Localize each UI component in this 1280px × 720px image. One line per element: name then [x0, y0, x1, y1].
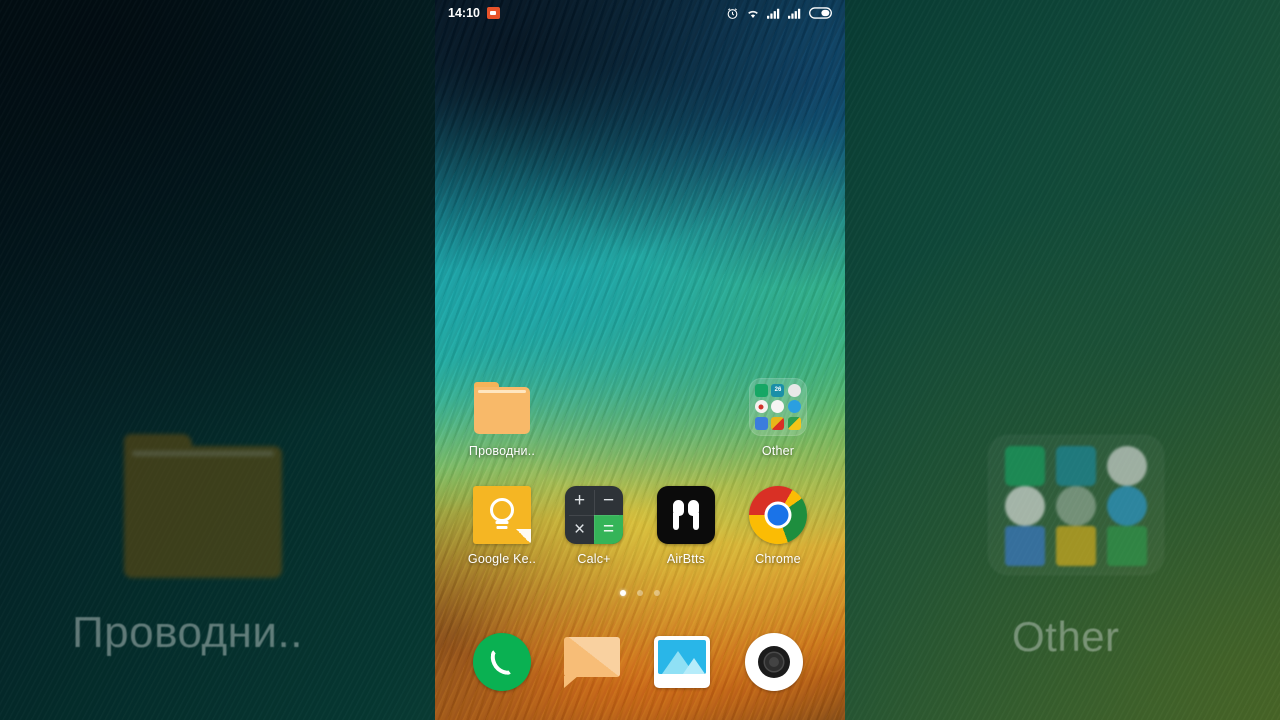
chrome-icon[interactable]: [749, 486, 807, 544]
dock-camera-button[interactable]: [744, 633, 807, 695]
phone-icon[interactable]: [473, 633, 532, 691]
calc-minus-key: −: [602, 490, 615, 511]
app-label: AirBtts: [666, 552, 706, 566]
app-icon-airbtts[interactable]: AirBtts: [640, 486, 732, 566]
keep-bulb: [490, 498, 514, 522]
app-icon-other-folder[interactable]: 26 Other: [732, 378, 824, 458]
backdrop-clock-icon: [1107, 446, 1148, 486]
camera-lens-inner: [768, 657, 779, 667]
backdrop-other-folder: [988, 435, 1164, 575]
backdrop-compass-fitness-icon: [1055, 486, 1096, 526]
app-label: Calc+: [577, 552, 611, 566]
app-icon-calc-plus[interactable]: + − × = Calc+: [548, 486, 640, 566]
chrome-inner-blue: [767, 504, 789, 526]
folder-icon[interactable]: [473, 378, 531, 436]
status-clock: 14:10: [448, 6, 480, 20]
camera-icon[interactable]: [744, 633, 803, 691]
app-label: Google Ke..: [467, 552, 537, 566]
page-dot-1[interactable]: [620, 590, 626, 596]
status-bar-left: 14:10: [448, 6, 500, 20]
message-bubble-tail: [563, 676, 578, 688]
backdrop-folder-lip: [132, 451, 274, 456]
phone-screen: 14:10 Проводни.. 26 Other Google Ke.. + …: [435, 0, 845, 720]
security-shield-icon: [754, 383, 768, 397]
app-folder-icon[interactable]: 26: [749, 378, 807, 436]
backdrop-right-label: Other: [1012, 613, 1120, 660]
signal-sim1-icon: [767, 8, 781, 19]
messages-icon[interactable]: [563, 637, 620, 688]
calc-multiply-key: ×: [573, 519, 586, 540]
backdrop-google-translate-icon: [1004, 526, 1045, 566]
dock-phone-button[interactable]: [473, 633, 535, 695]
page-dot-3[interactable]: [654, 590, 660, 596]
backdrop-security-shield-icon: [1004, 446, 1045, 486]
app-label: Проводни..: [468, 444, 536, 458]
dock-gallery-button[interactable]: [654, 633, 716, 695]
gallery-mountain-small: [683, 658, 706, 674]
backdrop-folder-body: [124, 446, 282, 578]
dock: [435, 628, 845, 700]
backdrop-calendar-icon: [1055, 446, 1096, 486]
folder-body: [474, 387, 530, 434]
backdrop-recorder-icon: [1004, 486, 1045, 526]
airpod-right-stem: [693, 513, 699, 530]
keep-folded-corner: [516, 529, 531, 544]
calculator-icon[interactable]: + − × =: [565, 486, 623, 544]
keep-bulb-base-2: [496, 526, 508, 529]
calc-divider-h: [569, 515, 619, 516]
compass-fitness-icon: [771, 400, 785, 414]
backdrop-folder-icon: [124, 434, 282, 578]
airpod-left-stem: [673, 513, 679, 530]
calendar-icon: 26: [771, 383, 785, 397]
gallery-sky: [658, 640, 707, 674]
gallery-icon[interactable]: [654, 636, 711, 688]
backdrop-left-label: Проводни..: [72, 608, 303, 657]
recorder-icon: [754, 400, 768, 414]
message-bubble-sheen: [563, 637, 620, 677]
alarm-icon: [726, 7, 739, 20]
keep-bulb-base-1: [495, 521, 509, 524]
dock-messages-button[interactable]: [563, 633, 626, 695]
calendar-date: 26: [774, 387, 782, 394]
phone-handset: [488, 648, 516, 676]
backdrop-blue-app-icon: [1107, 486, 1148, 526]
calc-equals-key: =: [594, 515, 623, 544]
status-bar-right: [726, 7, 832, 20]
battery-icon: [809, 7, 832, 19]
signal-sim2-icon: [788, 8, 802, 19]
google-drive-icon: [788, 417, 802, 431]
backdrop-google-drive-icon: [1107, 526, 1148, 566]
google-photos-icon: [771, 417, 785, 431]
screen-record-icon: [486, 7, 500, 19]
page-indicator[interactable]: [435, 590, 845, 596]
clock-icon: [788, 383, 802, 397]
page-dot-2[interactable]: [637, 590, 643, 596]
app-icon-chrome[interactable]: Chrome: [732, 486, 824, 566]
airpods-icon[interactable]: [657, 486, 715, 544]
wifi-icon: [746, 7, 760, 19]
app-label: Chrome: [755, 552, 801, 566]
screenshot-root: Проводни.. Other 14:10 Проводни.. 26 Oth…: [0, 0, 1280, 720]
app-icon-google-keep[interactable]: Google Ke..: [456, 486, 548, 566]
backdrop-google-photos-icon: [1055, 526, 1096, 566]
google-keep-icon[interactable]: [473, 486, 531, 544]
app-label: Other: [761, 444, 795, 458]
blue-app-icon: [788, 400, 802, 414]
status-bar: 14:10: [435, 0, 845, 26]
google-translate-icon: [754, 417, 768, 431]
app-grid: Проводни.. 26 Other Google Ke.. + − × = …: [435, 0, 845, 720]
app-icon-provodnik[interactable]: Проводни..: [456, 378, 548, 458]
folder-lip: [478, 390, 526, 393]
calc-plus-key: +: [573, 490, 586, 511]
